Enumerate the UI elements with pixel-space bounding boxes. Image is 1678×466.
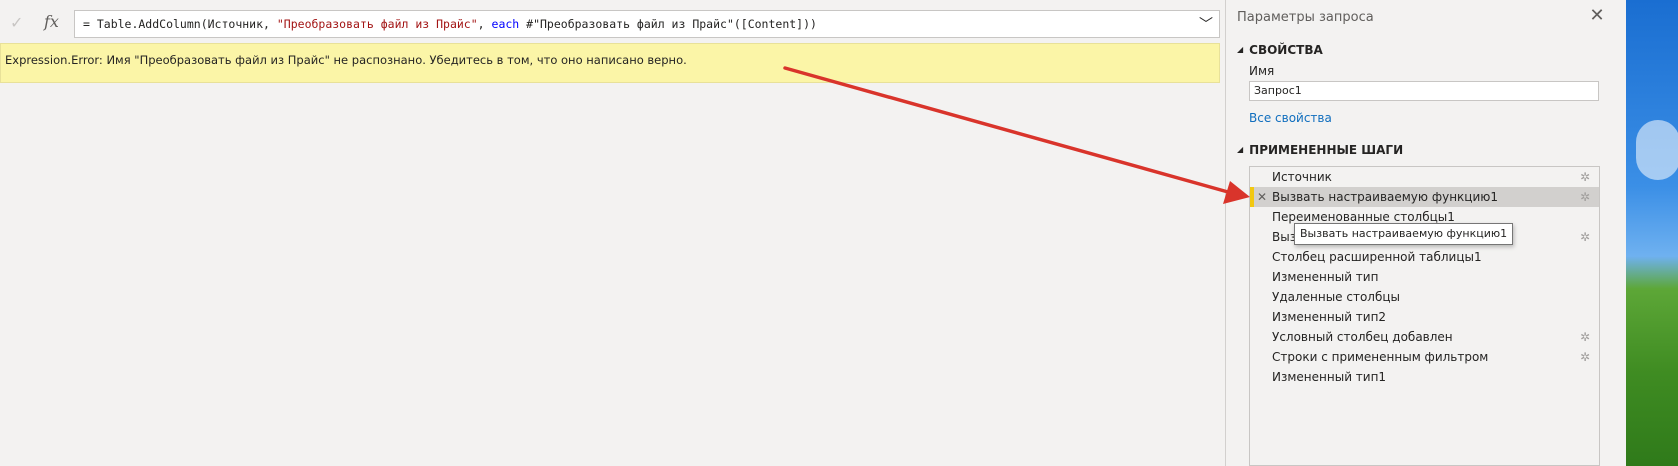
applied-step[interactable]: Строки с примененным фильтром ✲ <box>1250 347 1599 367</box>
formula-comma: , <box>477 17 492 31</box>
name-label: Имя <box>1249 64 1275 78</box>
collapse-triangle-icon: ◢ <box>1237 145 1244 154</box>
query-name-field[interactable]: Запрос1 <box>1249 81 1599 101</box>
error-message: Expression.Error: Имя "Преобразовать фай… <box>5 53 687 67</box>
applied-step[interactable]: Удаленные столбцы <box>1250 287 1599 307</box>
applied-step[interactable]: Условный столбец добавлен ✲ <box>1250 327 1599 347</box>
applied-step-label: Источник <box>1272 170 1332 184</box>
applied-step-label: Удаленные столбцы <box>1272 290 1401 304</box>
applied-step[interactable]: Источник ✲ <box>1250 167 1599 187</box>
applied-steps-list: Измененный тип1 Строки с примененным филь… <box>1249 166 1600 466</box>
formula-prefix: = Table.AddColumn(Источник, <box>83 17 277 31</box>
step-settings-gear-icon[interactable]: ✲ <box>1580 227 1590 247</box>
applied-step-label: Строки с примененным фильтром <box>1272 350 1489 364</box>
applied-step-label: Измененный тип1 <box>1272 370 1387 384</box>
formula-input[interactable]: = Table.AddColumn(Источник, "Преобразова… <box>74 10 1220 38</box>
formula-keyword: each <box>491 17 520 31</box>
properties-header[interactable]: ◢ СВОЙСТВА <box>1237 43 1323 57</box>
formula-rest: #"Преобразовать файл из Прайс"([Content]… <box>519 17 817 31</box>
commit-check-icon[interactable]: ✓ <box>10 14 28 32</box>
step-settings-gear-icon[interactable]: ✲ <box>1580 167 1590 187</box>
close-icon[interactable]: ✕ <box>1586 5 1608 27</box>
query-settings-pane: Параметры запроса ✕ ◢ СВОЙСТВА Имя Запрос… <box>1226 0 1626 466</box>
applied-step-label: Вызвать настраиваемую функцию1 <box>1272 190 1498 204</box>
query-settings-title: Параметры запроса <box>1237 10 1374 25</box>
applied-step[interactable]: Измененный тип1 <box>1250 367 1599 387</box>
desktop-wallpaper <box>1626 0 1678 466</box>
delete-step-icon[interactable]: ✕ <box>1257 187 1267 207</box>
applied-step-label: Условный столбец добавлен <box>1272 330 1453 344</box>
applied-step[interactable]: Измененный тип <box>1250 267 1599 287</box>
formula-bar: ✓ fx = Table.AddColumn(Источник, "Преобр… <box>0 6 1222 40</box>
error-banner: Expression.Error: Имя "Преобразовать фай… <box>0 43 1220 83</box>
formula-string: "Преобразовать файл из Прайс" <box>276 17 478 31</box>
step-settings-gear-icon[interactable]: ✲ <box>1580 187 1590 207</box>
wallpaper-cloud <box>1636 120 1678 180</box>
step-settings-gear-icon[interactable]: ✲ <box>1580 347 1590 367</box>
applied-step[interactable]: Измененный тип2 <box>1250 307 1599 327</box>
step-tooltip: Вызвать настраиваемую функцию1 <box>1294 223 1514 245</box>
applied-step-label: Измененный тип <box>1272 270 1379 284</box>
applied-step[interactable]: ✕ Вызвать настраиваемую функцию1 ✲ <box>1250 187 1599 207</box>
applied-step[interactable]: Столбец расширенной таблицы1 <box>1250 247 1599 267</box>
applied-step-label: Измененный тип2 <box>1272 310 1387 324</box>
properties-header-label: СВОЙСТВА <box>1249 43 1323 57</box>
applied-steps-header-label: ПРИМЕНЕННЫЕ ШАГИ <box>1249 143 1404 157</box>
fx-icon[interactable]: fx <box>44 12 59 31</box>
applied-steps-header[interactable]: ◢ ПРИМЕНЕННЫЕ ШАГИ <box>1237 143 1403 157</box>
all-properties-link[interactable]: Все свойства <box>1249 111 1332 125</box>
step-settings-gear-icon[interactable]: ✲ <box>1580 327 1590 347</box>
applied-step-label: Столбец расширенной таблицы1 <box>1272 250 1482 264</box>
expand-formula-chevron-icon[interactable]: ﹀ <box>1199 12 1213 37</box>
collapse-triangle-icon: ◢ <box>1237 45 1244 54</box>
selected-step-marker <box>1250 187 1254 207</box>
